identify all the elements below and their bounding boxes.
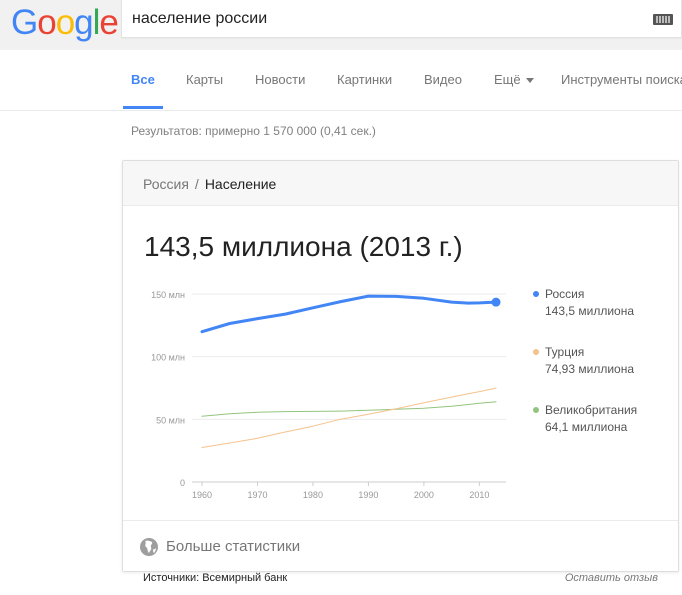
x-tick-label: 1960 — [192, 490, 212, 500]
logo-letter: g — [74, 3, 93, 42]
y-tick-label: 100 млн — [151, 353, 185, 363]
logo-letter: e — [99, 3, 118, 42]
tab-images[interactable]: Картинки — [337, 72, 392, 87]
legend-label-turkey: Турция — [545, 345, 585, 359]
active-tab-indicator — [123, 106, 163, 109]
logo-letter: o — [37, 3, 56, 42]
series-line — [201, 387, 497, 448]
y-tick-label: 150 млн — [151, 290, 185, 300]
feedback-link[interactable]: Оставить отзыв — [565, 572, 658, 584]
x-tick-label: 1990 — [358, 490, 378, 500]
logo-letter: G — [11, 3, 38, 42]
tab-all[interactable]: Все — [131, 72, 155, 87]
breadcrumb: Россия / Население — [143, 176, 276, 192]
search-input[interactable]: население россии — [132, 10, 267, 28]
legend-item-uk[interactable]: Великобритания 64,1 миллиона — [533, 403, 637, 434]
breadcrumb-separator: / — [194, 176, 199, 192]
population-headline: 143,5 миллиона (2013 г.) — [144, 231, 463, 262]
tab-news[interactable]: Новости — [255, 72, 305, 87]
search-tabs: Все Карты Новости Картинки Видео Ещё Инс… — [0, 50, 682, 111]
series-point — [491, 297, 501, 307]
legend-item-russia[interactable]: Россия 143,5 миллиона — [533, 287, 634, 318]
tab-maps[interactable]: Карты — [186, 72, 223, 87]
legend-value-uk: 64,1 миллиона — [545, 420, 628, 434]
legend-label-russia: Россия — [545, 287, 585, 301]
globe-icon — [140, 538, 158, 556]
breadcrumb-parent[interactable]: Россия — [143, 176, 189, 192]
logo-letter: o — [55, 3, 75, 42]
tab-video[interactable]: Видео — [424, 72, 462, 87]
legend-dot-turkey — [533, 349, 539, 355]
legend-label-uk: Великобритания — [545, 403, 638, 417]
top-bar: Google население россии — [0, 0, 682, 50]
more-stats-link[interactable]: Больше статистики — [123, 520, 678, 571]
tab-more[interactable]: Ещё — [494, 72, 534, 87]
sources-text: Источники: Всемирный банк — [143, 572, 288, 584]
keyboard-icon[interactable] — [653, 14, 673, 25]
more-stats-label: Больше статистики — [166, 538, 301, 555]
x-tick-label: 2000 — [414, 490, 434, 500]
population-card: Россия / Население 143,5 миллиона (2013 г.… — [122, 160, 679, 572]
series-line — [201, 401, 497, 417]
legend-item-turkey[interactable]: Турция 74,93 миллиона — [533, 345, 634, 376]
tab-more-label: Ещё — [494, 72, 521, 87]
google-logo[interactable]: Google — [11, 3, 119, 43]
y-tick-label: 0 — [180, 478, 185, 488]
legend-value-turkey: 74,93 миллиона — [545, 362, 634, 376]
x-tick-label: 2010 — [469, 490, 489, 500]
logo-letter: l — [92, 3, 101, 42]
legend-dot-uk — [533, 407, 539, 413]
series-line — [200, 294, 498, 334]
search-box[interactable]: население россии — [121, 0, 682, 38]
chevron-down-icon — [525, 78, 534, 84]
legend-dot-russia — [533, 291, 539, 297]
x-tick-label: 1970 — [247, 490, 267, 500]
results-stats: Результатов: примерно 1 570 000 (0,41 се… — [131, 124, 376, 138]
tab-search-tools[interactable]: Инструменты поиска — [561, 72, 682, 87]
x-tick-label: 1980 — [303, 490, 323, 500]
y-tick-label: 50 млн — [156, 415, 185, 425]
card-header: Россия / Население — [123, 161, 678, 206]
breadcrumb-current: Население — [204, 176, 277, 192]
legend-value-russia: 143,5 миллиона — [545, 304, 634, 318]
